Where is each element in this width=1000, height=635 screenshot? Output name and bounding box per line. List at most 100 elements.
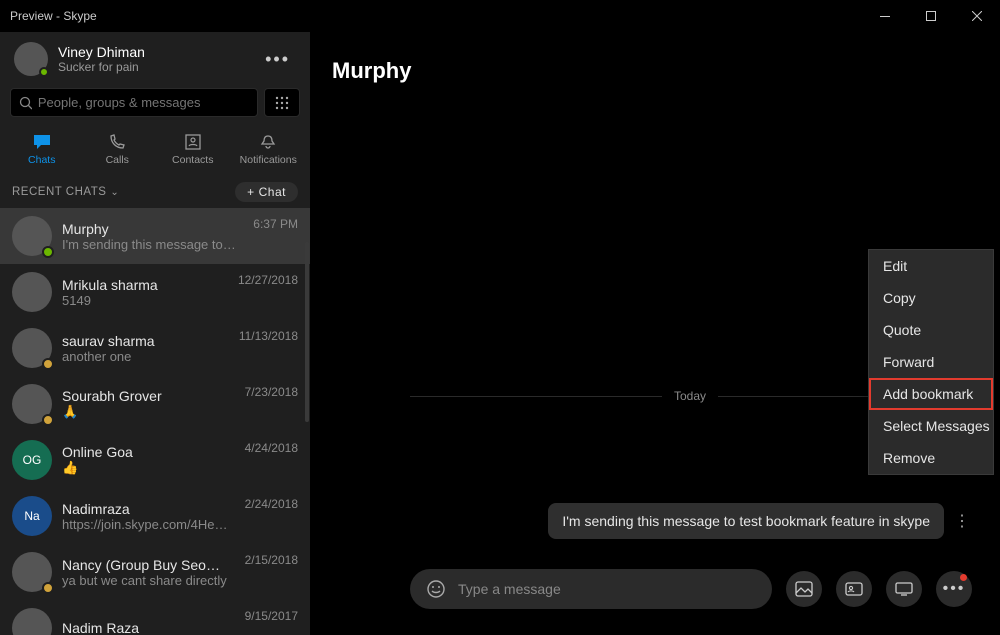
chat-avatar (12, 384, 52, 424)
chat-preview: I'm sending this message to… (62, 237, 237, 252)
chat-avatar (12, 552, 52, 592)
chat-preview: 👍 (62, 460, 229, 476)
emoji-icon[interactable] (426, 579, 446, 599)
message-bubble[interactable]: I'm sending this message to test bookmar… (548, 503, 944, 539)
conversation-title[interactable]: Murphy (332, 58, 978, 84)
presence-dot-icon (42, 414, 54, 426)
tab-contacts[interactable]: Contacts (157, 129, 229, 170)
chat-name: Nancy (Group Buy Seo… (62, 557, 229, 573)
window-minimize-button[interactable] (862, 0, 908, 32)
chat-item[interactable]: NaNadimrazahttps://join.skype.com/4He…2/… (0, 488, 310, 544)
contacts-icon (184, 133, 202, 151)
new-chat-button[interactable]: + Chat (235, 182, 298, 202)
more-icon: ••• (943, 580, 966, 598)
chat-preview: https://join.skype.com/4He… (62, 517, 229, 532)
chat-name: saurav sharma (62, 333, 223, 349)
tab-notifications[interactable]: Notifications (232, 129, 304, 170)
screen-icon (895, 582, 913, 596)
search-input[interactable] (38, 95, 249, 110)
message-input[interactable]: Type a message (410, 569, 772, 609)
chevron-down-icon[interactable]: ⌄ (110, 187, 119, 198)
bell-icon (259, 133, 277, 151)
chat-preview: ya but we cant share directly (62, 573, 229, 588)
section-title[interactable]: RECENT CHATS (12, 186, 106, 198)
chat-preview: 🙏 (62, 404, 229, 420)
window-maximize-button[interactable] (908, 0, 954, 32)
chat-item[interactable]: saurav sharmaanother one 11/13/2018 (0, 320, 310, 376)
chat-item[interactable]: MurphyI'm sending this message to… 6:37 P… (0, 208, 310, 264)
add-files-button[interactable] (786, 571, 822, 607)
tab-notifications-label: Notifications (240, 154, 297, 166)
chat-icon (32, 133, 52, 151)
dialpad-icon (275, 96, 289, 110)
search-icon (19, 96, 32, 110)
card-icon (845, 582, 863, 596)
chat-avatar (12, 272, 52, 312)
notification-dot-icon (960, 574, 967, 581)
conversation-header: Murphy (310, 32, 1000, 98)
context-menu-item[interactable]: Select Messages (869, 410, 993, 442)
chat-item[interactable]: Nancy (Group Buy Seo…ya but we cant shar… (0, 544, 310, 600)
chat-name: Sourabh Grover (62, 388, 229, 404)
context-menu-item[interactable]: Forward (869, 346, 993, 378)
chat-time: 7/23/2018 (245, 385, 298, 399)
chat-time: 4/24/2018 (245, 441, 298, 455)
chat-item[interactable]: Sourabh Grover🙏 7/23/2018 (0, 376, 310, 432)
context-menu-item[interactable]: Edit (869, 250, 993, 282)
sidebar: Viney Dhiman Sucker for pain ••• (0, 32, 310, 635)
window-title: Preview - Skype (10, 9, 97, 23)
chat-avatar (12, 328, 52, 368)
tab-calls[interactable]: Calls (81, 129, 153, 170)
tab-contacts-label: Contacts (172, 154, 213, 166)
presence-dot-icon (39, 67, 49, 77)
chat-name: Mrikula sharma (62, 277, 222, 293)
context-menu: EditCopyQuoteForwardAdd bookmarkSelect M… (868, 249, 994, 475)
chat-preview: 5149 (62, 293, 222, 308)
chat-item[interactable]: Nadim Raza 9/15/2017 (0, 600, 310, 635)
chat-time: 11/13/2018 (239, 329, 298, 343)
tab-calls-label: Calls (106, 154, 129, 166)
image-icon (795, 581, 813, 597)
conversation-pane: Murphy Today I'm sending this message to… (310, 32, 1000, 635)
new-chat-label: Chat (259, 185, 286, 199)
context-menu-item[interactable]: Add bookmark (869, 378, 993, 410)
dialpad-button[interactable] (264, 88, 300, 117)
chat-item[interactable]: OGOnline Goa👍4/24/2018 (0, 432, 310, 488)
chat-time: 12/27/2018 (238, 273, 298, 287)
scrollbar-thumb[interactable] (305, 242, 309, 422)
chat-avatar (12, 608, 52, 635)
composer-more-button[interactable]: ••• (936, 571, 972, 607)
chat-list: MurphyI'm sending this message to… 6:37 P… (0, 208, 310, 635)
chat-time: 6:37 PM (253, 217, 298, 231)
tab-chats-label: Chats (28, 154, 55, 166)
context-menu-item[interactable]: Remove (869, 442, 993, 474)
chat-time: 9/15/2017 (245, 609, 298, 623)
message-row: I'm sending this message to test bookmar… (410, 503, 970, 539)
chat-time: 2/24/2018 (245, 497, 298, 511)
video-message-button[interactable] (886, 571, 922, 607)
profile-more-button[interactable]: ••• (259, 49, 296, 70)
phone-icon (108, 133, 126, 151)
context-menu-item[interactable]: Copy (869, 282, 993, 314)
chat-preview: another one (62, 349, 223, 364)
chat-name: Murphy (62, 221, 237, 237)
chat-item[interactable]: Mrikula sharma5149 12/27/2018 (0, 264, 310, 320)
context-menu-item[interactable]: Quote (869, 314, 993, 346)
message-more-button[interactable]: ⋮ (954, 511, 970, 531)
tab-chats[interactable]: Chats (6, 129, 78, 170)
chat-time: 2/15/2018 (245, 553, 298, 567)
chat-name: Nadim Raza (62, 620, 229, 635)
profile-header[interactable]: Viney Dhiman Sucker for pain ••• (0, 32, 310, 82)
day-label: Today (674, 389, 706, 403)
window-titlebar: Preview - Skype (0, 0, 1000, 32)
chat-avatar: OG (12, 440, 52, 480)
self-avatar[interactable] (14, 42, 48, 76)
share-contact-button[interactable] (836, 571, 872, 607)
message-placeholder: Type a message (458, 581, 561, 597)
chat-avatar: Na (12, 496, 52, 536)
self-mood: Sucker for pain (58, 60, 145, 74)
window-close-button[interactable] (954, 0, 1000, 32)
presence-dot-icon (42, 246, 54, 258)
chat-avatar (12, 216, 52, 256)
search-box[interactable] (10, 88, 258, 117)
